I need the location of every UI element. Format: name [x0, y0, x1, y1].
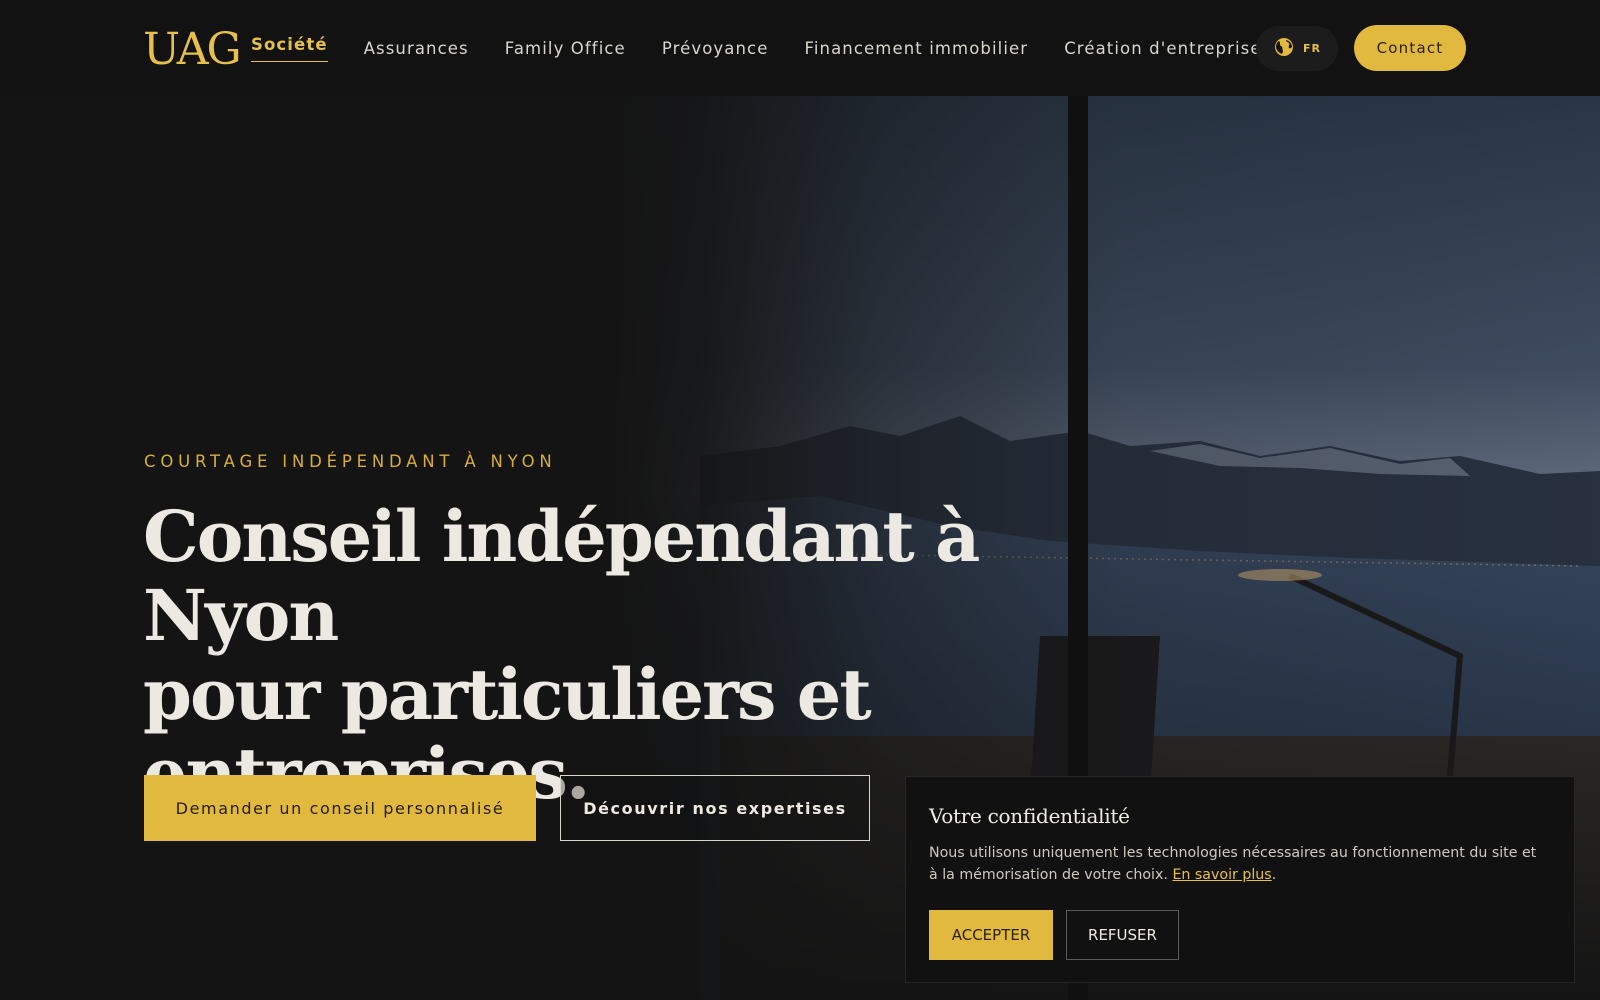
- headline-line: pour particuliers et: [143, 653, 872, 736]
- contact-button[interactable]: Contact: [1354, 25, 1466, 71]
- globe-icon: [1274, 37, 1294, 61]
- hero-headline: Conseil indépendant à Nyon pour particul…: [143, 497, 1043, 813]
- nav-item-financement-immobilier[interactable]: Financement immobilier: [804, 34, 1028, 62]
- discover-expertise-button[interactable]: Découvrir nos expertises: [560, 775, 870, 841]
- site-header: UAG Société Assurances Family Office Pré…: [0, 0, 1600, 96]
- cookie-title: Votre confidentialité: [929, 804, 1130, 828]
- logo[interactable]: UAG: [143, 24, 242, 76]
- main-nav: Société Assurances Family Office Prévoya…: [251, 34, 1262, 62]
- nav-item-family-office[interactable]: Family Office: [505, 34, 626, 62]
- language-code: FR: [1303, 42, 1321, 55]
- headline-line: Conseil indépendant à Nyon: [143, 495, 980, 657]
- nav-item-prevoyance[interactable]: Prévoyance: [662, 34, 769, 62]
- request-advice-button[interactable]: Demander un conseil personnalisé: [144, 775, 536, 841]
- cookie-banner: Votre confidentialité Nous utilisons uni…: [905, 776, 1575, 983]
- cookie-period: .: [1271, 867, 1277, 883]
- nav-item-assurances[interactable]: Assurances: [364, 34, 469, 62]
- cookie-text: Nous utilisons uniquement les technologi…: [929, 842, 1539, 886]
- hero-kicker: COURTAGE INDÉPENDANT À NYON: [144, 452, 557, 471]
- nav-item-creation-entreprise[interactable]: Création d'entreprise: [1064, 34, 1261, 62]
- language-switcher[interactable]: FR: [1256, 26, 1338, 71]
- refuse-cookies-button[interactable]: REFUSER: [1066, 910, 1179, 960]
- accept-cookies-button[interactable]: ACCEPTER: [929, 910, 1053, 960]
- nav-item-societe[interactable]: Société: [251, 34, 328, 62]
- learn-more-link[interactable]: En savoir plus: [1172, 867, 1271, 883]
